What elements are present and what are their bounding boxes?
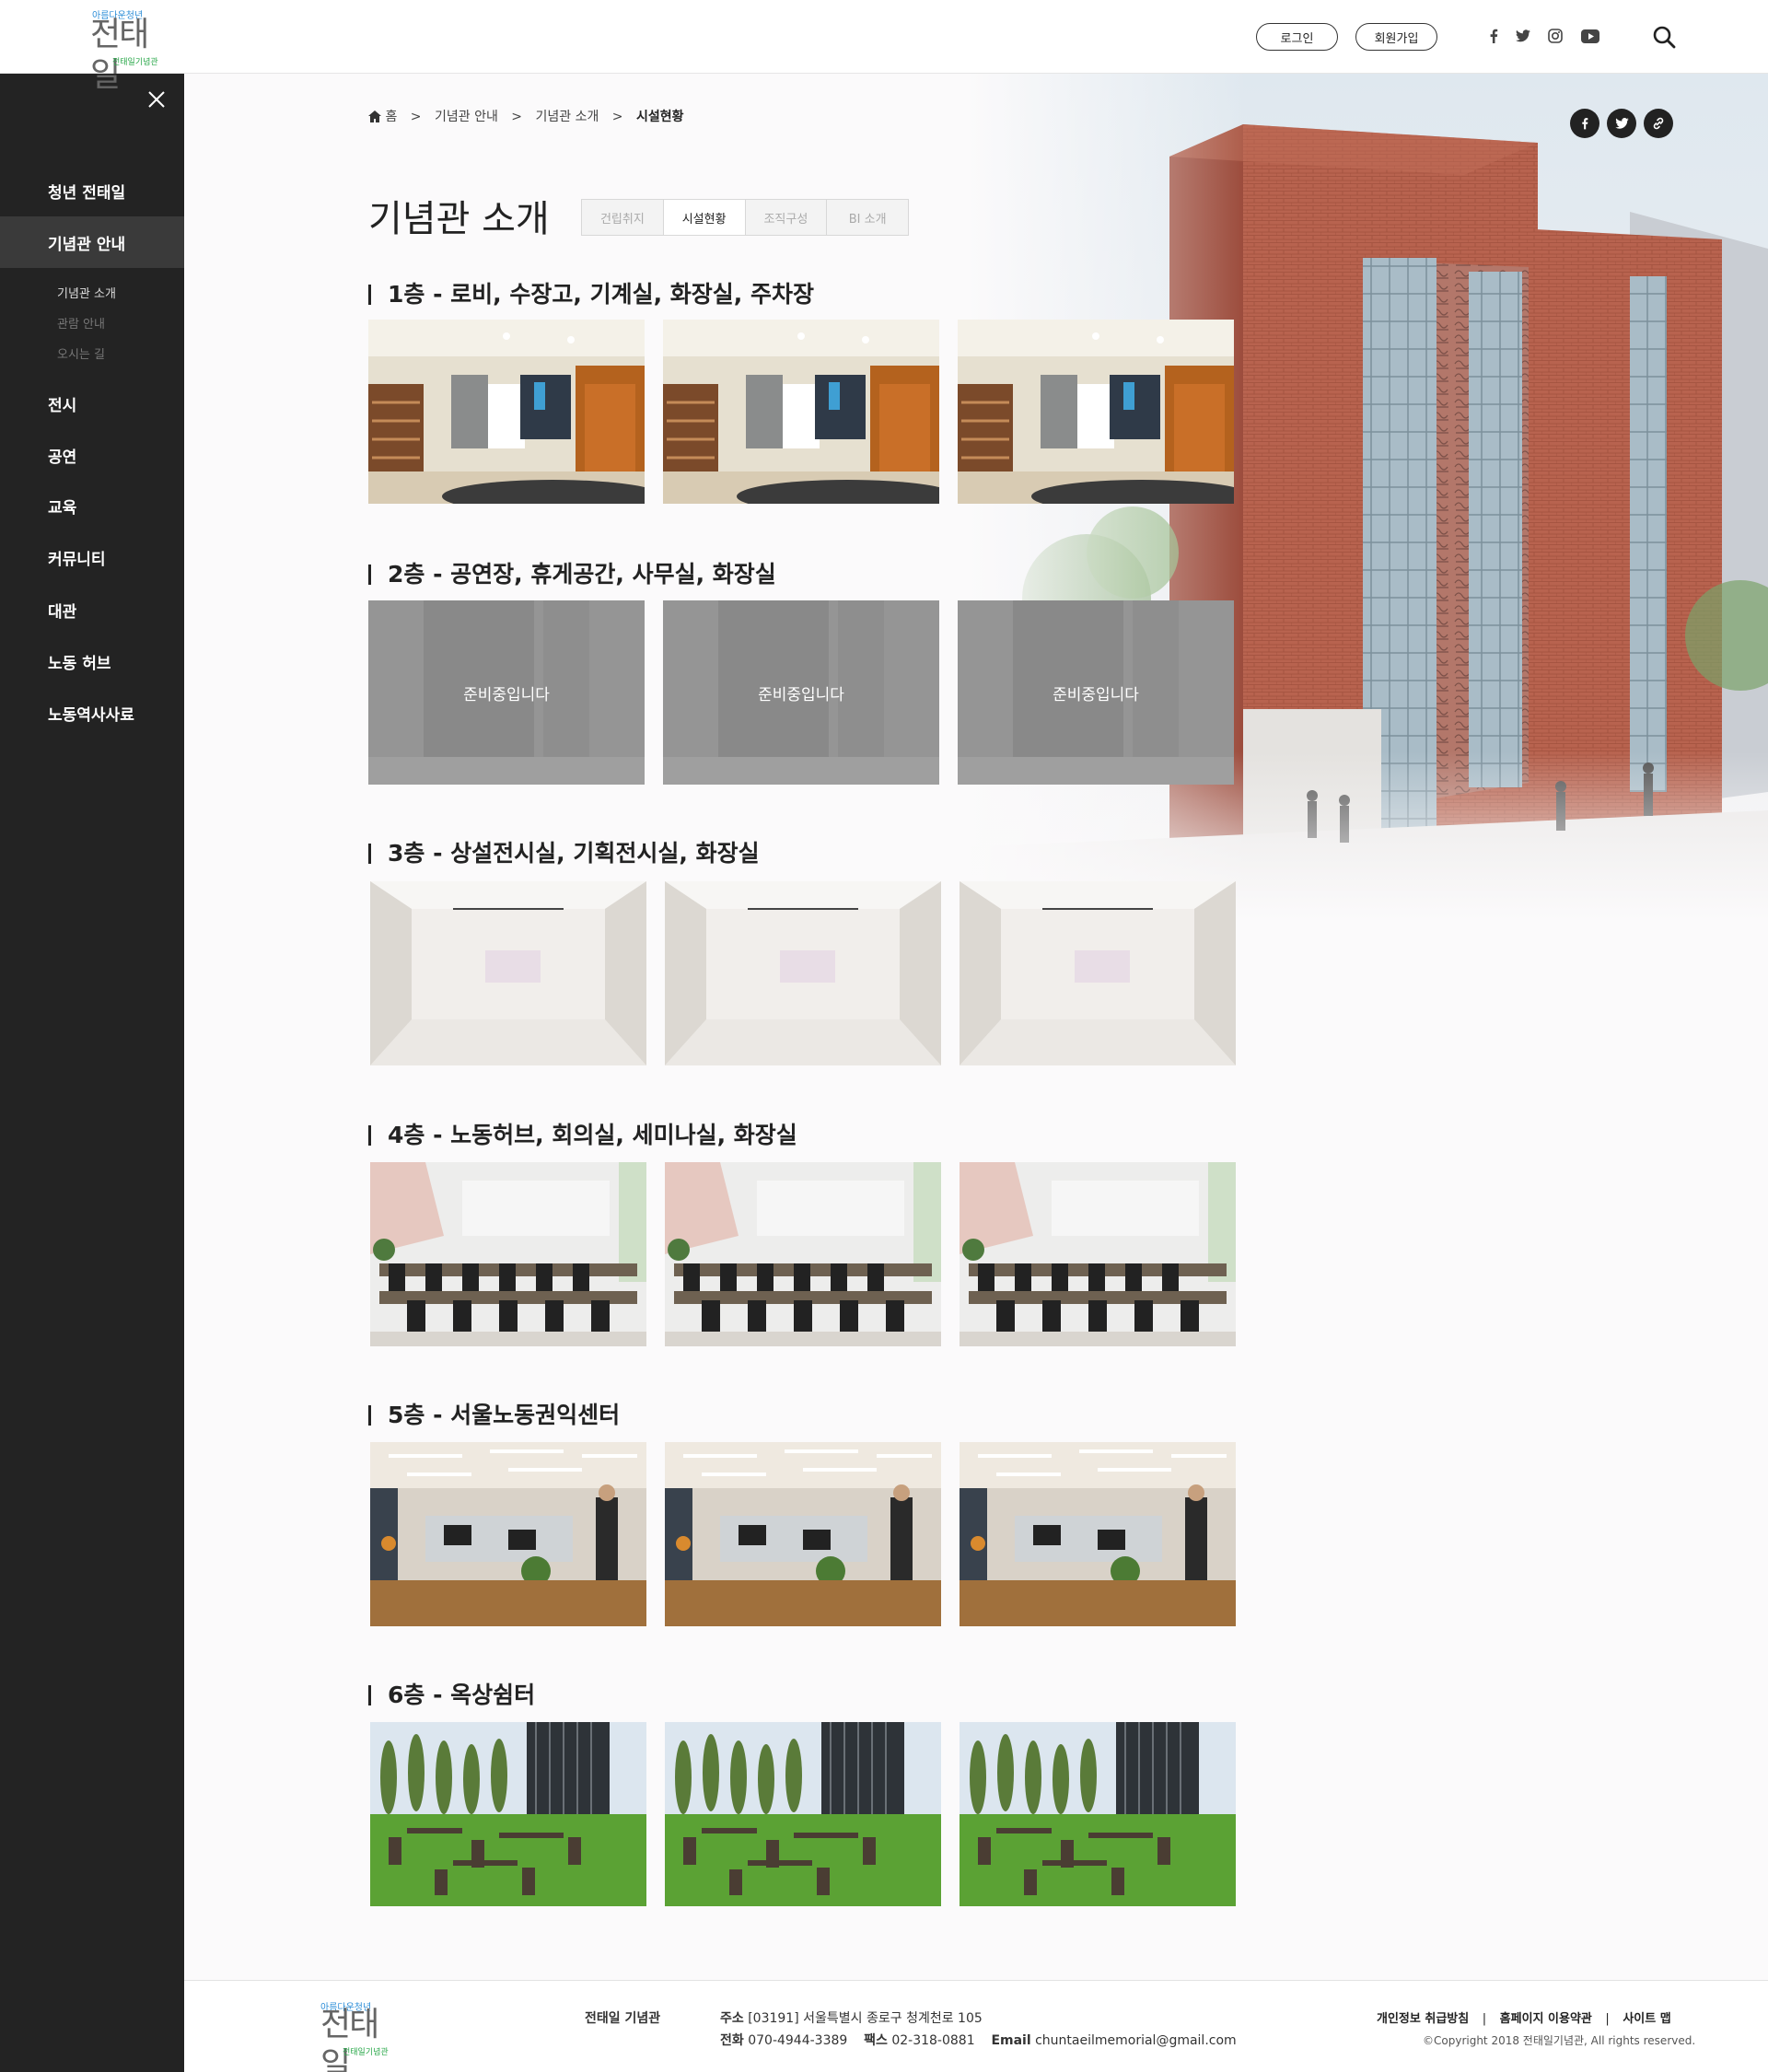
floor-2-placeholder: 준비중입니다 bbox=[663, 600, 939, 785]
fax-label: 팩스 bbox=[864, 2033, 888, 2048]
floor-6-title: 6층 - 옥상쉼터 bbox=[368, 1677, 535, 1710]
tel-label: 전화 bbox=[720, 2033, 744, 2048]
tel-value: 070-4944-3389 bbox=[748, 2033, 848, 2048]
youtube-icon[interactable] bbox=[1580, 26, 1600, 46]
floor-2-placeholder: 준비중입니다 bbox=[958, 600, 1234, 785]
sidebar-subitem-visit-guide[interactable]: 관람 안내 bbox=[57, 314, 105, 332]
sidebar-item-labor-history[interactable]: 노동역사사료 bbox=[0, 687, 184, 739]
coming-soon-label: 준비중입니다 bbox=[958, 600, 1234, 785]
floor-3-photo[interactable] bbox=[665, 881, 941, 1065]
tab-bi-intro[interactable]: BI 소개 bbox=[827, 200, 908, 235]
sitemap-link[interactable]: 사이트 맵 bbox=[1623, 2012, 1670, 2026]
address-label: 주소 bbox=[720, 2011, 744, 2026]
breadcrumb-memorial-intro[interactable]: 기념관 소개 bbox=[535, 110, 599, 124]
page-title: 기념관 소개 bbox=[368, 198, 550, 240]
floor-1-photo[interactable] bbox=[368, 320, 645, 504]
link-separator: | bbox=[1482, 2012, 1487, 2026]
floor-4-photo[interactable] bbox=[960, 1162, 1236, 1346]
privacy-policy-link[interactable]: 개인정보 취급방침 bbox=[1377, 2012, 1469, 2026]
floor-4-photo[interactable] bbox=[665, 1162, 941, 1346]
coming-soon-label: 준비중입니다 bbox=[368, 600, 645, 785]
site-footer: 아름다운청년 전태일 전태일기념관 전태일 기념관 주소 [03191] 서울특… bbox=[184, 1980, 1768, 2072]
logo-wordmark: 전태일 bbox=[320, 2006, 379, 2072]
breadcrumb-memorial-guide[interactable]: 기념관 안내 bbox=[435, 110, 498, 124]
sidebar-subitem-directions[interactable]: 오시는 길 bbox=[57, 344, 105, 362]
footer-logo[interactable]: 아름다운청년 전태일 전태일기념관 bbox=[320, 1999, 394, 2072]
twitter-icon[interactable] bbox=[1513, 26, 1533, 46]
sidebar-item-labor-hub[interactable]: 노동 허브 bbox=[0, 635, 184, 687]
breadcrumb-home[interactable]: 홈 bbox=[385, 110, 397, 124]
floor-6-photo[interactable] bbox=[960, 1722, 1236, 1906]
floor-1-photo[interactable] bbox=[958, 320, 1234, 504]
email-label: Email bbox=[991, 2033, 1031, 2048]
email-value[interactable]: chuntaeilmemorial@gmail.com bbox=[1035, 2033, 1237, 2048]
login-button[interactable]: 로그인 bbox=[1256, 23, 1338, 51]
breadcrumb-separator: > bbox=[611, 110, 623, 124]
sidebar-item-education[interactable]: 교육 bbox=[0, 480, 184, 531]
floor-1-title: 1층 - 로비, 수장고, 기계실, 화장실, 주차장 bbox=[368, 276, 814, 309]
logo-subtitle: 전태일기념관 bbox=[112, 58, 158, 67]
floor-2-title: 2층 - 공연장, 휴게공간, 사무실, 화장실 bbox=[368, 556, 776, 589]
floor-2-placeholder: 준비중입니다 bbox=[368, 600, 645, 785]
footer-links: 개인정보 취급방침 | 홈페이지 이용약관 | 사이트 맵 bbox=[1377, 2008, 1671, 2026]
sidebar-item-exhibition[interactable]: 전시 bbox=[0, 378, 184, 429]
footer-contact: 전화 070-4944-3389 팩스 02-318-0881 Email ch… bbox=[720, 2031, 1237, 2049]
sidebar-subitem-memorial-intro[interactable]: 기념관 소개 bbox=[57, 284, 116, 301]
fax-value: 02-318-0881 bbox=[891, 2033, 975, 2048]
floor-1-photo[interactable] bbox=[663, 320, 939, 504]
address-value: [03191] 서울특별시 종로구 청계천로 105 bbox=[748, 2011, 983, 2026]
sidebar-item-community[interactable]: 커뮤니티 bbox=[0, 531, 184, 583]
sidebar-item-rental[interactable]: 대관 bbox=[0, 584, 184, 635]
floor-4-title: 4층 - 노동허브, 회의실, 세미나실, 화장실 bbox=[368, 1117, 797, 1150]
sidebar-item-memorial-guide[interactable]: 기념관 안내 bbox=[0, 216, 184, 268]
instagram-icon[interactable] bbox=[1545, 26, 1565, 46]
link-separator: | bbox=[1605, 2012, 1610, 2026]
breadcrumb-separator: > bbox=[410, 110, 422, 124]
breadcrumb: 홈 > 기념관 안내 > 기념관 소개 > 시설현황 bbox=[368, 107, 684, 126]
sub-tabs: 건립취지 시설현황 조직구성 BI 소개 bbox=[581, 199, 909, 236]
floor-5-photo[interactable] bbox=[665, 1442, 941, 1626]
tab-founding-purpose[interactable]: 건립취지 bbox=[582, 200, 664, 235]
tab-facilities[interactable]: 시설현황 bbox=[663, 200, 746, 235]
logo-subtitle: 전태일기념관 bbox=[343, 2048, 389, 2057]
tab-organization[interactable]: 조직구성 bbox=[746, 200, 828, 235]
breadcrumb-separator: > bbox=[511, 110, 523, 124]
floor-5-photo[interactable] bbox=[370, 1442, 646, 1626]
sidebar: 청년 전태일 기념관 안내 기념관 소개 관람 안내 오시는 길 전시 공연 교… bbox=[0, 74, 184, 2072]
coming-soon-label: 준비중입니다 bbox=[663, 600, 939, 785]
floor-3-photo[interactable] bbox=[960, 881, 1236, 1065]
sidebar-item-youth-chuntaeil[interactable]: 청년 전태일 bbox=[0, 165, 184, 216]
share-twitter-icon[interactable] bbox=[1607, 109, 1636, 138]
floor-3-title: 3층 - 상설전시실, 기획전시실, 화장실 bbox=[368, 835, 760, 868]
floor-4-photo[interactable] bbox=[370, 1162, 646, 1346]
sidebar-item-performance[interactable]: 공연 bbox=[0, 429, 184, 481]
facebook-icon[interactable] bbox=[1483, 26, 1504, 46]
floor-3-photo[interactable] bbox=[370, 881, 646, 1065]
site-header: 아름다운청년 전태일 전태일기념관 로그인 회원가입 bbox=[0, 0, 1768, 94]
share-facebook-icon[interactable] bbox=[1570, 109, 1599, 138]
home-icon[interactable] bbox=[368, 111, 381, 126]
floor-5-photo[interactable] bbox=[960, 1442, 1236, 1626]
footer-address: 주소 [03191] 서울특별시 종로구 청계천로 105 bbox=[720, 2008, 983, 2027]
signup-button[interactable]: 회원가입 bbox=[1355, 23, 1437, 51]
copyright: ©Copyright 2018 전태일기념관, All rights reser… bbox=[1423, 2034, 1696, 2047]
breadcrumb-current: 시설현황 bbox=[635, 110, 684, 124]
floor-5-title: 5층 - 서울노동권익센터 bbox=[368, 1397, 620, 1430]
terms-link[interactable]: 홈페이지 이용약관 bbox=[1500, 2012, 1592, 2026]
floor-6-photo[interactable] bbox=[370, 1722, 646, 1906]
site-logo[interactable]: 아름다운청년 전태일 전태일기념관 bbox=[90, 7, 162, 94]
search-icon[interactable] bbox=[1652, 25, 1676, 49]
share-link-icon[interactable] bbox=[1644, 109, 1673, 138]
footer-org-name: 전태일 기념관 bbox=[585, 2011, 661, 2026]
floor-6-photo[interactable] bbox=[665, 1722, 941, 1906]
